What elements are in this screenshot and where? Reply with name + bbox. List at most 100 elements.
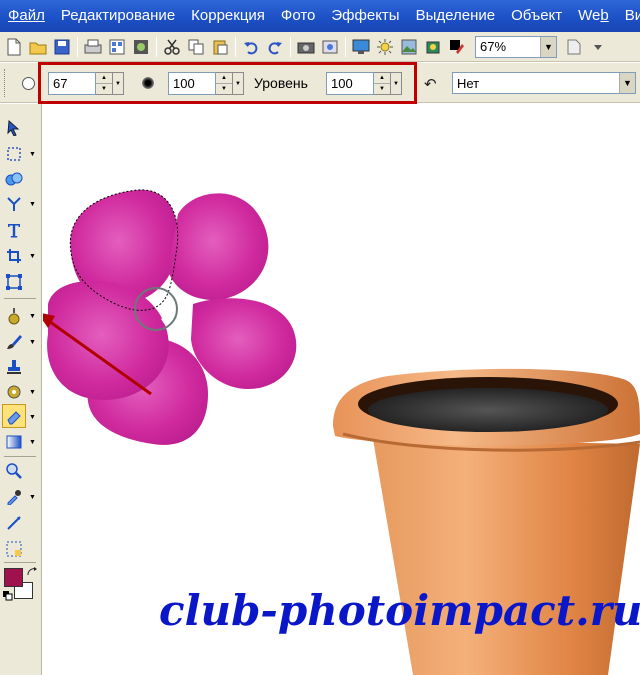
scan-icon: [84, 39, 102, 53]
menu-web-label: Web: [578, 7, 609, 24]
flower: [47, 189, 297, 445]
open-button[interactable]: [27, 36, 49, 58]
menu-view[interactable]: Ви: [617, 0, 640, 32]
capture-icon: [134, 39, 148, 54]
pen-icon: [450, 39, 464, 54]
swap-colors-icon[interactable]: [26, 566, 38, 578]
toolbar-separator: [156, 36, 157, 57]
paste-button[interactable]: [209, 36, 231, 58]
eraser-tool[interactable]: [4, 407, 24, 427]
screen-button[interactable]: [350, 36, 372, 58]
fill-tool[interactable]: [4, 432, 24, 452]
chevron-right-icon[interactable]: ▼: [29, 151, 36, 158]
reset-icon[interactable]: ↶: [424, 75, 437, 93]
pick-tool[interactable]: [4, 118, 24, 138]
copy-button[interactable]: [185, 36, 207, 58]
line-icon: [7, 516, 21, 530]
zoom-fit-button[interactable]: [563, 36, 585, 58]
dodge-tool[interactable]: [4, 306, 24, 326]
slideshow-button[interactable]: [319, 36, 341, 58]
camera-icon: [297, 42, 315, 53]
camera-button[interactable]: [295, 36, 317, 58]
save-icon: [54, 39, 70, 54]
menu-edit-label: Редактирование: [60, 7, 176, 24]
dodge-icon: [8, 308, 20, 325]
chevron-right-icon[interactable]: ▼: [29, 339, 36, 346]
options-button[interactable]: [587, 36, 609, 58]
brush-icon: [7, 335, 22, 349]
retouch-tool[interactable]: [4, 382, 24, 402]
menu-object[interactable]: Объект: [503, 0, 570, 32]
new-icon: [7, 38, 21, 55]
menu-web[interactable]: Web: [570, 0, 617, 32]
screen-icon: [352, 39, 370, 54]
crop-lasso-tool[interactable]: [4, 194, 24, 214]
chevron-right-icon[interactable]: ▼: [29, 389, 36, 396]
menu-edit[interactable]: Редактирование: [53, 0, 183, 32]
copy-icon: [188, 39, 204, 54]
text-tool[interactable]: [4, 220, 24, 240]
chevron-right-icon[interactable]: ▼: [29, 414, 36, 421]
magic-icon: [426, 41, 440, 53]
retouch-icon: [7, 385, 21, 399]
line-tool[interactable]: [4, 513, 24, 533]
selection-tool[interactable]: [4, 144, 24, 164]
mode-select[interactable]: Нет ▼: [452, 72, 636, 94]
foreground-color-swatch[interactable]: [4, 568, 23, 587]
pick-icon: [7, 120, 20, 136]
save-button[interactable]: [51, 36, 73, 58]
chevron-right-icon[interactable]: ▼: [29, 313, 36, 320]
scan-button[interactable]: [82, 36, 104, 58]
undo-icon: [244, 41, 258, 54]
tool-separator: [4, 456, 36, 457]
undo-button[interactable]: [240, 36, 262, 58]
highlight-frame: [38, 62, 417, 104]
brightness-button[interactable]: [374, 36, 396, 58]
toolbar-grip[interactable]: [4, 69, 7, 97]
menu-file-label: Файл: [8, 7, 45, 24]
image-canvas[interactable]: club-photoimpact.ru: [43, 104, 640, 675]
chevron-right-icon[interactable]: ▼: [29, 439, 36, 446]
menu-object-label: Объект: [511, 7, 563, 24]
image-icon: [401, 39, 417, 54]
menu-adjust[interactable]: Коррекция: [183, 0, 273, 32]
slideshow-icon: [322, 40, 338, 53]
browse-button[interactable]: [106, 36, 128, 58]
menu-photo[interactable]: Фото: [273, 0, 323, 32]
pen-button[interactable]: [446, 36, 468, 58]
redo-icon: [268, 41, 282, 54]
cut-button[interactable]: [161, 36, 183, 58]
app-window: Файл Редактирование Коррекция Фото Эффек…: [0, 0, 640, 675]
zoom-select[interactable]: 67% ▼: [475, 35, 557, 58]
menu-bar: Файл Редактирование Коррекция Фото Эффек…: [0, 0, 640, 32]
capture-button[interactable]: [130, 36, 152, 58]
chevron-right-icon[interactable]: ▼: [29, 201, 36, 208]
chevron-right-icon[interactable]: ▼: [29, 253, 36, 260]
brush-tool[interactable]: [4, 332, 24, 352]
eyedropper-tool[interactable]: [4, 487, 24, 507]
transform-tool[interactable]: [4, 272, 24, 292]
chevron-right-icon[interactable]: ▼: [29, 494, 36, 501]
menu-file[interactable]: Файл: [0, 0, 53, 32]
chevron-down-icon: [594, 44, 602, 50]
new-button[interactable]: [3, 36, 25, 58]
open-icon: [29, 42, 47, 54]
crop-tool[interactable]: [4, 246, 24, 266]
stamp-tool[interactable]: [4, 357, 24, 377]
zoom-tool[interactable]: [4, 461, 24, 481]
menu-photo-label: Фото: [280, 7, 316, 24]
zoom-icon: [6, 463, 22, 479]
toolbar-separator: [345, 36, 346, 57]
path-tool[interactable]: [4, 539, 24, 559]
bezier-tool[interactable]: [4, 169, 24, 189]
shape-radio[interactable]: [22, 77, 35, 90]
text-icon: [8, 224, 20, 238]
redo-button[interactable]: [264, 36, 286, 58]
image-button[interactable]: [398, 36, 420, 58]
magic-button[interactable]: [422, 36, 444, 58]
menu-selection[interactable]: Выделение: [408, 0, 503, 32]
menu-effects[interactable]: Эффекты: [323, 0, 407, 32]
default-colors-icon[interactable]: [3, 591, 13, 601]
menu-effects-label: Эффекты: [331, 7, 400, 24]
mode-value: Нет: [457, 75, 480, 91]
